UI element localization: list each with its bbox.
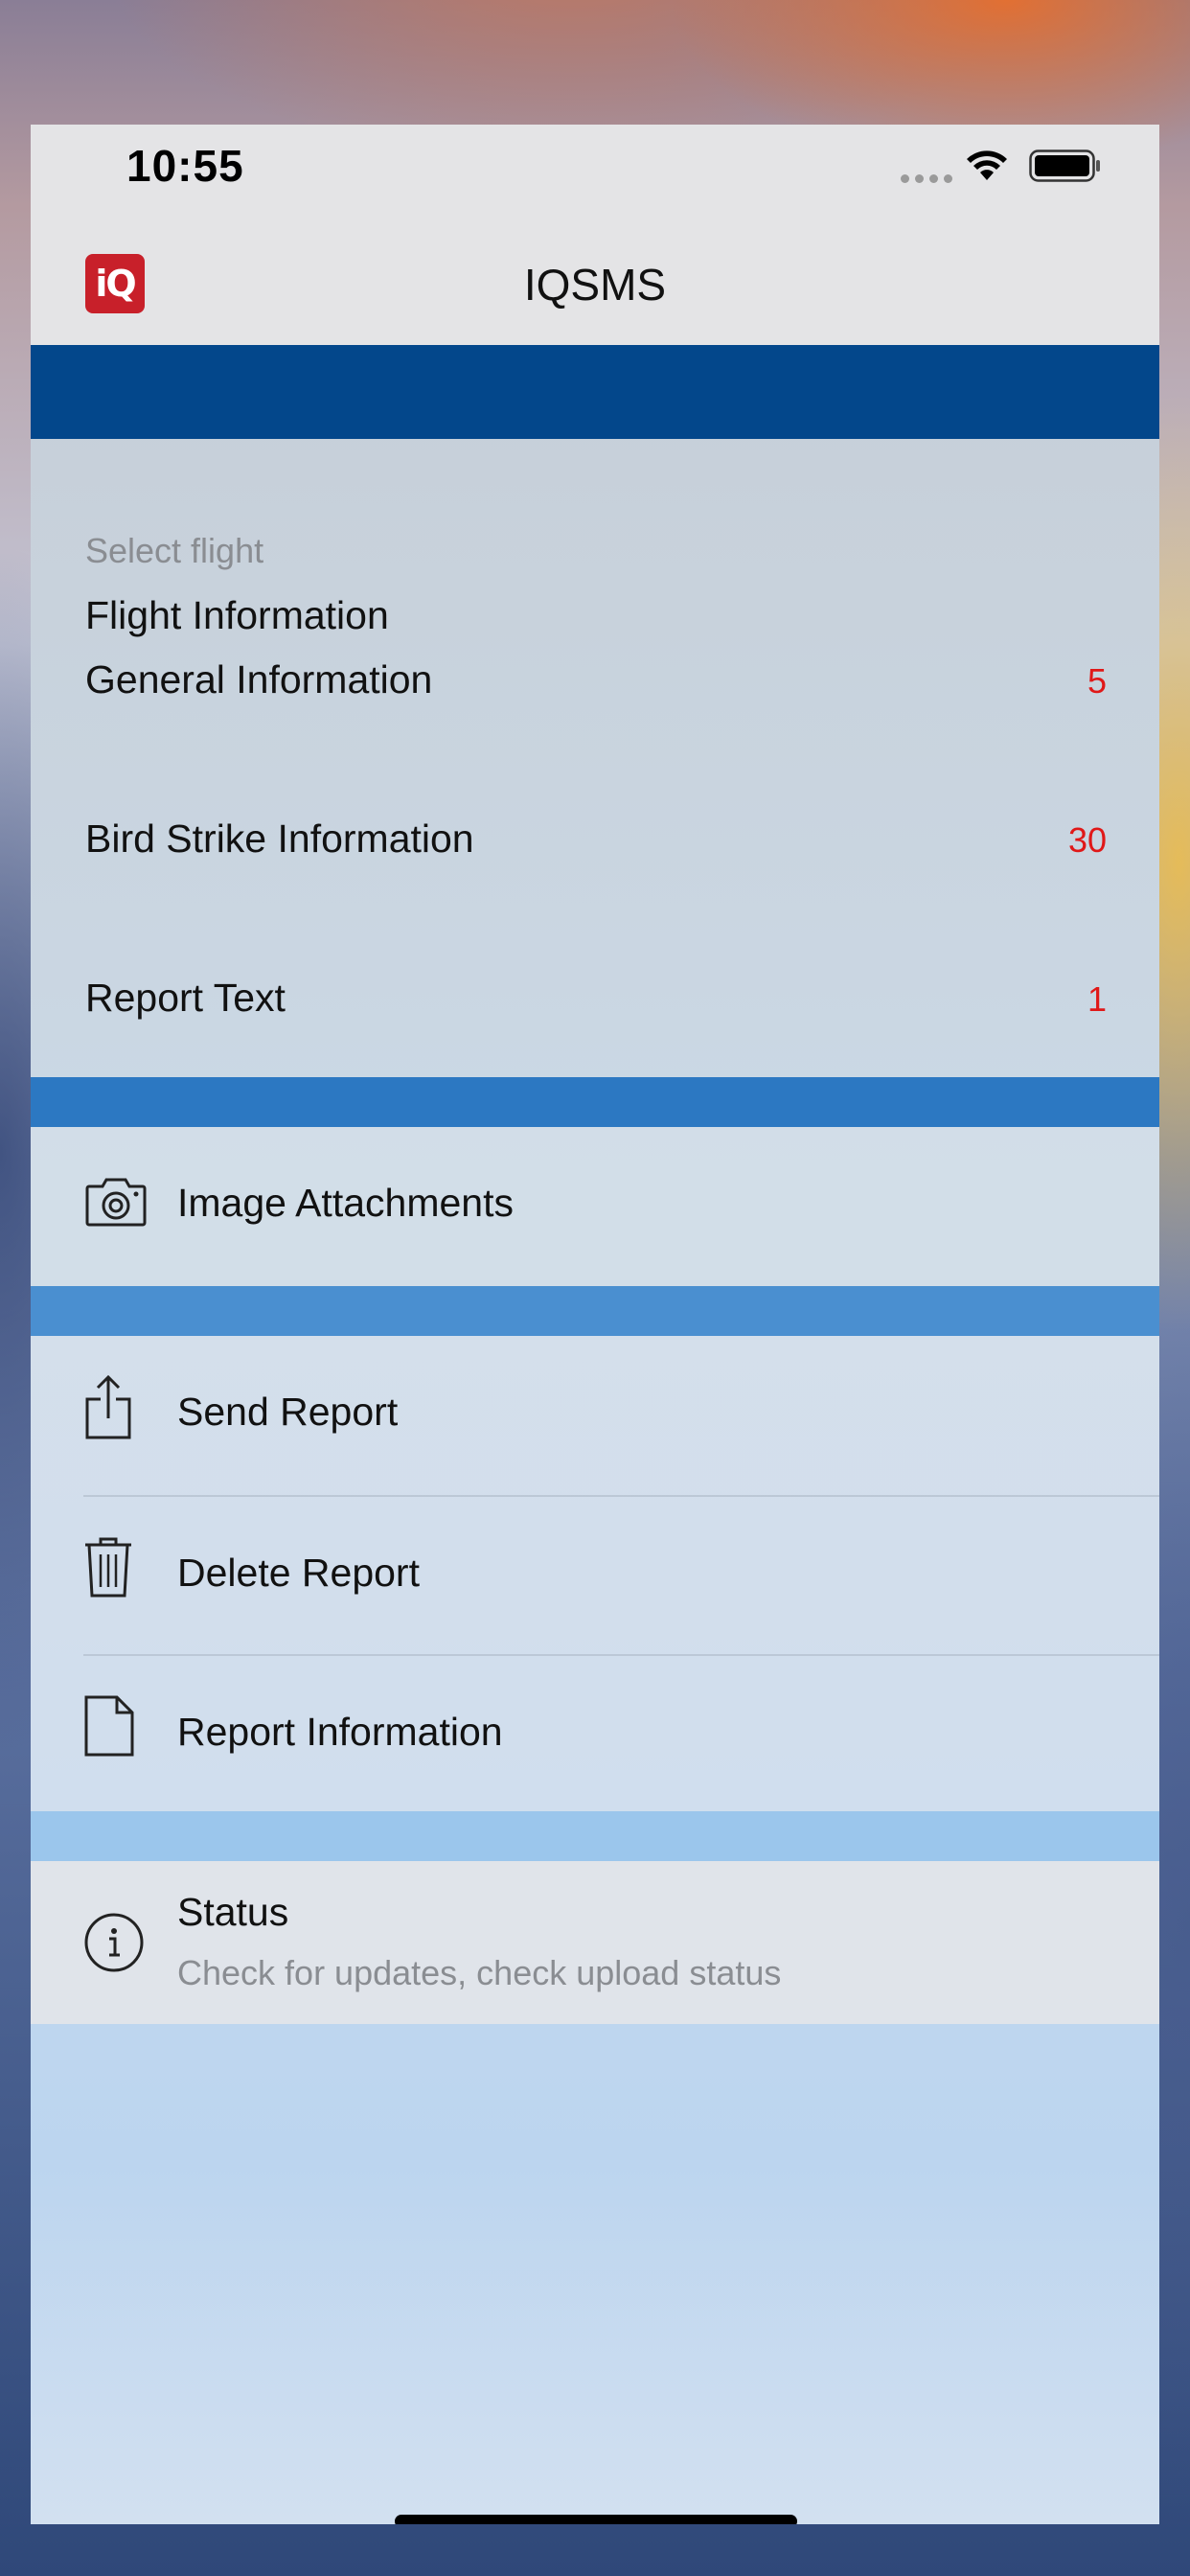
list-item-delete-report[interactable]: Delete Report: [31, 1497, 1159, 1654]
document-icon: [84, 1695, 134, 1757]
list-item-label: Status: [177, 1890, 289, 1934]
list-item-label: Delete Report: [177, 1551, 420, 1595]
status-time: 10:55: [126, 141, 244, 191]
header-band: [31, 345, 1159, 439]
list-item-send-report[interactable]: Send Report: [31, 1336, 1159, 1495]
list-item-report-text[interactable]: Report Text 1: [31, 920, 1159, 1077]
list-item-label: Report Information: [177, 1710, 503, 1754]
info-icon: [84, 1913, 144, 1972]
list-item-general-information[interactable]: General Information 5: [31, 602, 1159, 761]
list-item-report-information[interactable]: Report Information: [31, 1656, 1159, 1811]
page-title: IQSMS: [523, 260, 667, 310]
list-item-subtitle: Select flight: [85, 531, 264, 570]
list-item-label: Report Text: [85, 976, 286, 1020]
count-badge: 30: [1067, 820, 1107, 860]
section-separator: [31, 1811, 1159, 1861]
status-bar: 10:55: [31, 125, 1159, 220]
cellular-signal-icon: [901, 174, 952, 183]
list-item-label: Bird Strike Information: [85, 816, 474, 861]
section-separator: [31, 1286, 1159, 1336]
list-item-subtitle: Check for updates, check upload status: [177, 1953, 782, 1992]
home-indicator[interactable]: [395, 2515, 797, 2524]
list-item-label: Image Attachments: [177, 1181, 514, 1225]
battery-icon: [1029, 150, 1100, 182]
camera-icon: [85, 1178, 147, 1227]
list-item-flight-information[interactable]: Flight Information: [31, 439, 1159, 637]
list-item-status[interactable]: Status Check for updates, check upload s…: [31, 1861, 1159, 2024]
app-window: 10:55 iQ IQSMS Flight Information Select…: [31, 125, 1159, 2524]
trash-icon: [85, 1537, 131, 1598]
count-badge: 1: [1087, 979, 1107, 1019]
list-item-image-attachments[interactable]: Image Attachments: [31, 1127, 1159, 1286]
navigation-bar: iQ IQSMS: [31, 220, 1159, 345]
list-item-label: General Information: [85, 657, 433, 702]
wifi-icon: [967, 150, 1007, 180]
section-separator: [31, 1077, 1159, 1127]
list-item-label: Send Report: [177, 1390, 399, 1434]
share-icon: [85, 1374, 131, 1439]
count-badge: 5: [1087, 661, 1107, 701]
list-item-bird-strike-information[interactable]: Bird Strike Information 30: [31, 761, 1159, 920]
